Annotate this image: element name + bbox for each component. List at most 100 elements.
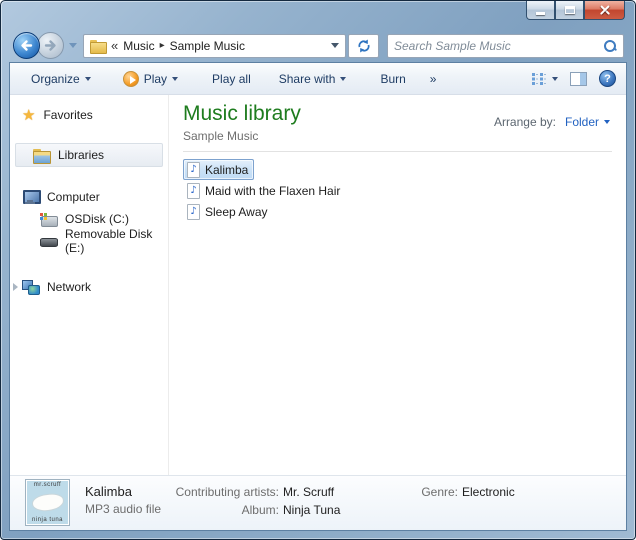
details-pane: mr.scruff ninja tuna Kalimba MP3 audio f… [10, 475, 626, 530]
computer-icon [22, 190, 39, 204]
osdisk-label: OSDisk (C:) [65, 212, 129, 226]
help-button[interactable]: ? [599, 70, 616, 87]
search-icon[interactable] [603, 39, 617, 53]
hard-disk-icon [40, 213, 57, 226]
file-item-maid-with-the-flaxen-hair[interactable]: ♪ Maid with the Flaxen Hair [183, 180, 346, 201]
sidebar-item-computer[interactable]: Computer [10, 187, 168, 207]
organize-button[interactable]: Organize [22, 68, 100, 90]
file-item-kalimba[interactable]: ♪ Kalimba [183, 159, 254, 180]
sidebar-item-favorites[interactable]: ★ Favorites [10, 105, 168, 125]
file-item-sleep-away[interactable]: ♪ Sleep Away [183, 201, 274, 222]
body-split: ★ Favorites Libraries Computer OSDisk (C… [10, 95, 626, 475]
minimize-button[interactable] [526, 1, 555, 20]
library-subtitle: Sample Music [183, 129, 301, 143]
network-label: Network [47, 280, 91, 294]
help-icon: ? [604, 73, 611, 85]
music-file-icon: ♪ [187, 204, 200, 220]
breadcrumb-item-music[interactable]: Music [123, 39, 154, 53]
close-icon [599, 4, 611, 16]
chevron-down-icon [85, 77, 91, 81]
details-file-title: Kalimba [85, 484, 132, 499]
overflow-chevrons: » [430, 72, 437, 86]
play-all-button[interactable]: Play all [203, 68, 260, 90]
sidebar-item-removable-disk[interactable]: Removable Disk (E:) [10, 231, 168, 251]
forward-arrow-icon [42, 37, 59, 54]
organize-label: Organize [31, 72, 80, 86]
sidebar-item-libraries[interactable]: Libraries [15, 143, 163, 167]
album-art-artist-text: mr.scruff [34, 482, 61, 488]
details-file-type: MP3 audio file [85, 502, 161, 516]
removable-disk-label: Removable Disk (E:) [65, 227, 168, 255]
play-icon [123, 71, 139, 87]
command-toolbar: Organize Play Play all Share with Burn » [10, 63, 626, 95]
close-button[interactable] [584, 1, 625, 20]
toolbar-right-group: ? [531, 70, 616, 87]
expand-arrow-icon[interactable] [13, 283, 18, 291]
back-button[interactable] [13, 32, 40, 59]
refresh-icon [356, 38, 372, 54]
chevron-down-icon [340, 77, 346, 81]
chevron-down-icon [172, 77, 178, 81]
forward-button[interactable] [37, 32, 64, 59]
album-value[interactable]: Ninja Tuna [283, 503, 340, 517]
preview-pane-button[interactable] [570, 72, 587, 86]
navigation-pane: ★ Favorites Libraries Computer OSDisk (C… [10, 95, 168, 475]
favorites-label: Favorites [43, 108, 92, 122]
breadcrumb-item-sample-music[interactable]: Sample Music [170, 39, 245, 53]
album-art-album-text: ninja tuna [32, 517, 63, 523]
search-box [387, 34, 624, 58]
navigation-bar: « Music ▸ Sample Music [13, 32, 624, 59]
sidebar-item-osdisk[interactable]: OSDisk (C:) [10, 209, 168, 229]
refresh-button[interactable] [348, 34, 379, 58]
breadcrumb-separator-icon: ▸ [160, 40, 165, 51]
folder-icon [90, 40, 106, 52]
music-file-icon: ♪ [187, 183, 200, 199]
maximize-icon [565, 6, 575, 14]
chevron-down-icon [604, 120, 610, 124]
sidebar-item-network[interactable]: Network [10, 277, 168, 297]
play-all-label: Play all [212, 72, 251, 86]
address-bar[interactable]: « Music ▸ Sample Music [83, 34, 346, 58]
music-note-icon: ♪ [190, 186, 196, 196]
explorer-window: « Music ▸ Sample Music Organize [0, 0, 636, 540]
file-name: Kalimba [205, 163, 248, 177]
arrange-by-value: Folder [565, 115, 599, 129]
breadcrumb-overflow[interactable]: « [111, 38, 118, 53]
maximize-button[interactable] [555, 1, 584, 20]
album-art-blob [31, 492, 65, 512]
history-dropdown-icon[interactable] [69, 43, 77, 48]
client-area: Organize Play Play all Share with Burn » [9, 62, 627, 531]
burn-button[interactable]: Burn [371, 68, 414, 90]
file-list-pane: Music library Sample Music Arrange by: F… [169, 95, 626, 475]
search-input[interactable] [394, 39, 603, 53]
removable-disk-icon [40, 235, 57, 247]
contributing-artists-value[interactable]: Mr. Scruff [283, 485, 334, 499]
arrange-by-dropdown[interactable]: Folder [565, 115, 610, 129]
file-name: Maid with the Flaxen Hair [205, 184, 340, 198]
play-button[interactable]: Play [114, 67, 187, 91]
change-view-button[interactable] [531, 72, 558, 86]
arrange-by-label: Arrange by: [494, 115, 556, 129]
genre-value[interactable]: Electronic [462, 485, 515, 499]
album-label: Album: [160, 503, 279, 517]
toolbar-overflow-button[interactable]: » [421, 68, 446, 90]
share-with-button[interactable]: Share with [270, 68, 356, 90]
share-with-label: Share with [279, 72, 336, 86]
library-header: Music library Sample Music Arrange by: F… [183, 101, 612, 143]
views-icon [531, 72, 547, 86]
computer-label: Computer [47, 190, 100, 204]
library-title: Music library [183, 101, 301, 126]
window-controls [526, 1, 625, 20]
network-icon [22, 280, 39, 294]
music-file-icon: ♪ [187, 162, 200, 178]
burn-label: Burn [380, 72, 405, 86]
contributing-artists-label: Contributing artists: [160, 485, 279, 499]
preview-pane-icon [570, 72, 587, 86]
libraries-icon [33, 149, 50, 162]
libraries-label: Libraries [58, 148, 104, 162]
star-icon: ★ [22, 108, 35, 123]
address-dropdown-icon[interactable] [331, 43, 339, 48]
chevron-down-icon [552, 77, 558, 81]
play-label: Play [144, 72, 167, 86]
back-arrow-icon [18, 37, 35, 54]
